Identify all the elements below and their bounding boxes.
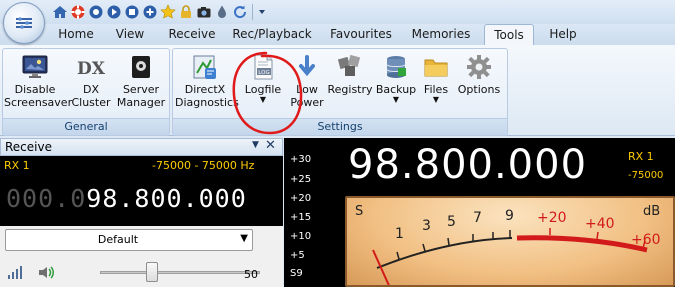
server-manager-label-2: Manager — [116, 96, 166, 109]
tab-help[interactable]: Help — [542, 24, 584, 45]
tab-view[interactable]: View — [108, 24, 152, 45]
lifebuoy-icon[interactable] — [70, 4, 86, 20]
chevron-down-icon: ▼ — [240, 233, 248, 244]
registry-button[interactable]: Registry — [326, 53, 374, 96]
meter-rx-label: RX 1 — [628, 150, 654, 163]
meter-offset: -75000 — [628, 170, 664, 181]
db-scale-tick: +5 — [290, 250, 305, 261]
s-scale-tick: 9 — [505, 208, 514, 224]
db-scale-tick: +30 — [290, 154, 312, 165]
volume-slider-track[interactable] — [100, 271, 260, 274]
volume-slider-thumb[interactable] — [146, 262, 158, 282]
panel-dropdown-icon[interactable]: ▼ — [252, 140, 259, 150]
over-scale-tick: +40 — [585, 216, 615, 232]
disable-screensaver-button[interactable]: Disable Screensaver — [4, 53, 72, 109]
ribbon-tab-bar: Home View Receive Rec/Playback Favourite… — [0, 24, 675, 46]
directx-icon — [191, 53, 219, 81]
refresh-icon[interactable] — [232, 4, 248, 20]
dx-cluster-label-2: Cluster — [71, 96, 111, 109]
gear-icon — [465, 53, 493, 81]
speaker-icon[interactable] — [37, 265, 55, 283]
volume-value: 50 — [244, 268, 258, 281]
backup-button[interactable]: Backup ▼ — [375, 53, 417, 104]
tab-tools[interactable]: Tools — [484, 24, 534, 46]
server-icon — [127, 53, 155, 81]
app-grid-icon — [16, 17, 32, 29]
svg-text:DX: DX — [77, 59, 105, 79]
s-unit-label: S — [355, 204, 364, 219]
filter-range: -75000 - 75000 Hz — [152, 159, 255, 172]
tab-memories[interactable]: Memories — [410, 24, 472, 45]
files-dropdown-icon[interactable]: ▼ — [419, 96, 453, 104]
mode-select[interactable]: Default ▼ — [5, 229, 253, 251]
group-settings: DirectX Diagnostics LOG Logfile ▼ Low Po… — [172, 48, 508, 136]
group-general: Disable Screensaver DX DX Cluster Server… — [2, 48, 170, 136]
signal-bars-icon[interactable] — [7, 266, 23, 283]
tab-favourites[interactable]: Favourites — [328, 24, 394, 45]
tab-receive[interactable]: Receive — [164, 24, 220, 45]
dx-cluster-button[interactable]: DX DX Cluster — [69, 53, 113, 109]
rx-label: RX 1 — [4, 159, 30, 172]
tab-home[interactable]: Home — [52, 24, 100, 45]
monitor-icon — [21, 53, 49, 81]
frequency-dim-digits: 000.0 — [6, 184, 87, 213]
disable-screensaver-label-1: Disable — [14, 83, 56, 96]
over-scale-tick: +20 — [537, 210, 567, 226]
home-icon[interactable] — [52, 4, 68, 20]
backup-icon — [382, 53, 410, 81]
frequency-digits: 98.800.000 — [86, 184, 247, 213]
db-scale-tick: +10 — [290, 231, 312, 242]
waterdrop-icon[interactable] — [214, 4, 230, 20]
server-manager-label-1: Server — [122, 83, 160, 96]
directx-label-1: DirectX — [184, 83, 226, 96]
over-scale-tick: +60 — [631, 232, 661, 248]
ribbon-panel: Disable Screensaver DX DX Cluster Server… — [0, 45, 675, 136]
server-manager-button[interactable]: Server Manager — [115, 53, 167, 109]
s-scale-tick: 5 — [447, 214, 456, 230]
annotation-circle — [232, 51, 303, 135]
play-icon[interactable] — [106, 4, 122, 20]
receive-frequency: 000.098.800.000 — [6, 184, 247, 213]
customize-dropdown-icon[interactable] — [256, 4, 268, 20]
stop-icon[interactable] — [124, 4, 140, 20]
options-label: Options — [457, 83, 501, 96]
receive-panel-header: Receive — [0, 138, 283, 156]
db-scale-tick: S9 — [290, 268, 303, 279]
registry-icon — [336, 53, 364, 81]
registry-label: Registry — [327, 83, 373, 96]
db-scale-tick: +15 — [290, 212, 312, 223]
s-scale-tick: 3 — [422, 218, 431, 234]
analog-smeter: S 1 3 5 7 9 +20 +40 +60 dB — [345, 196, 675, 287]
db-unit-label: dB — [643, 204, 661, 219]
lock-icon[interactable] — [178, 4, 194, 20]
s-scale-tick: 1 — [395, 226, 404, 242]
group-settings-label: Settings — [173, 118, 507, 135]
mode-select-value: Default — [97, 233, 139, 246]
main-frequency-display[interactable]: 98.800.000 — [348, 142, 587, 188]
application-menu-button[interactable] — [3, 2, 45, 44]
db-scale-tick: +20 — [290, 193, 312, 204]
star-icon[interactable] — [160, 4, 176, 20]
disable-screensaver-label-2: Screensaver — [4, 96, 73, 109]
tab-rec-playback[interactable]: Rec/Playback — [232, 24, 312, 45]
options-button[interactable]: Options — [455, 53, 503, 96]
folder-icon — [422, 53, 450, 81]
receive-panel-title: Receive — [5, 140, 52, 154]
record-icon[interactable] — [88, 4, 104, 20]
files-button[interactable]: Files ▼ — [419, 53, 453, 104]
group-general-label: General — [3, 118, 169, 135]
dx-cluster-label-1: DX — [82, 83, 99, 96]
toolbar-separator — [252, 4, 253, 20]
db-scale-tick: +25 — [290, 174, 312, 185]
panel-close-icon[interactable]: ✕ — [265, 138, 276, 153]
camera-icon[interactable] — [196, 4, 212, 20]
dx-icon: DX — [77, 53, 106, 81]
receive-frequency-display[interactable]: RX 1 -75000 - 75000 Hz 000.098.800.000 — [0, 156, 283, 226]
s-scale-tick: 7 — [473, 210, 482, 226]
plus-icon[interactable] — [142, 4, 158, 20]
backup-dropdown-icon[interactable]: ▼ — [375, 96, 417, 104]
